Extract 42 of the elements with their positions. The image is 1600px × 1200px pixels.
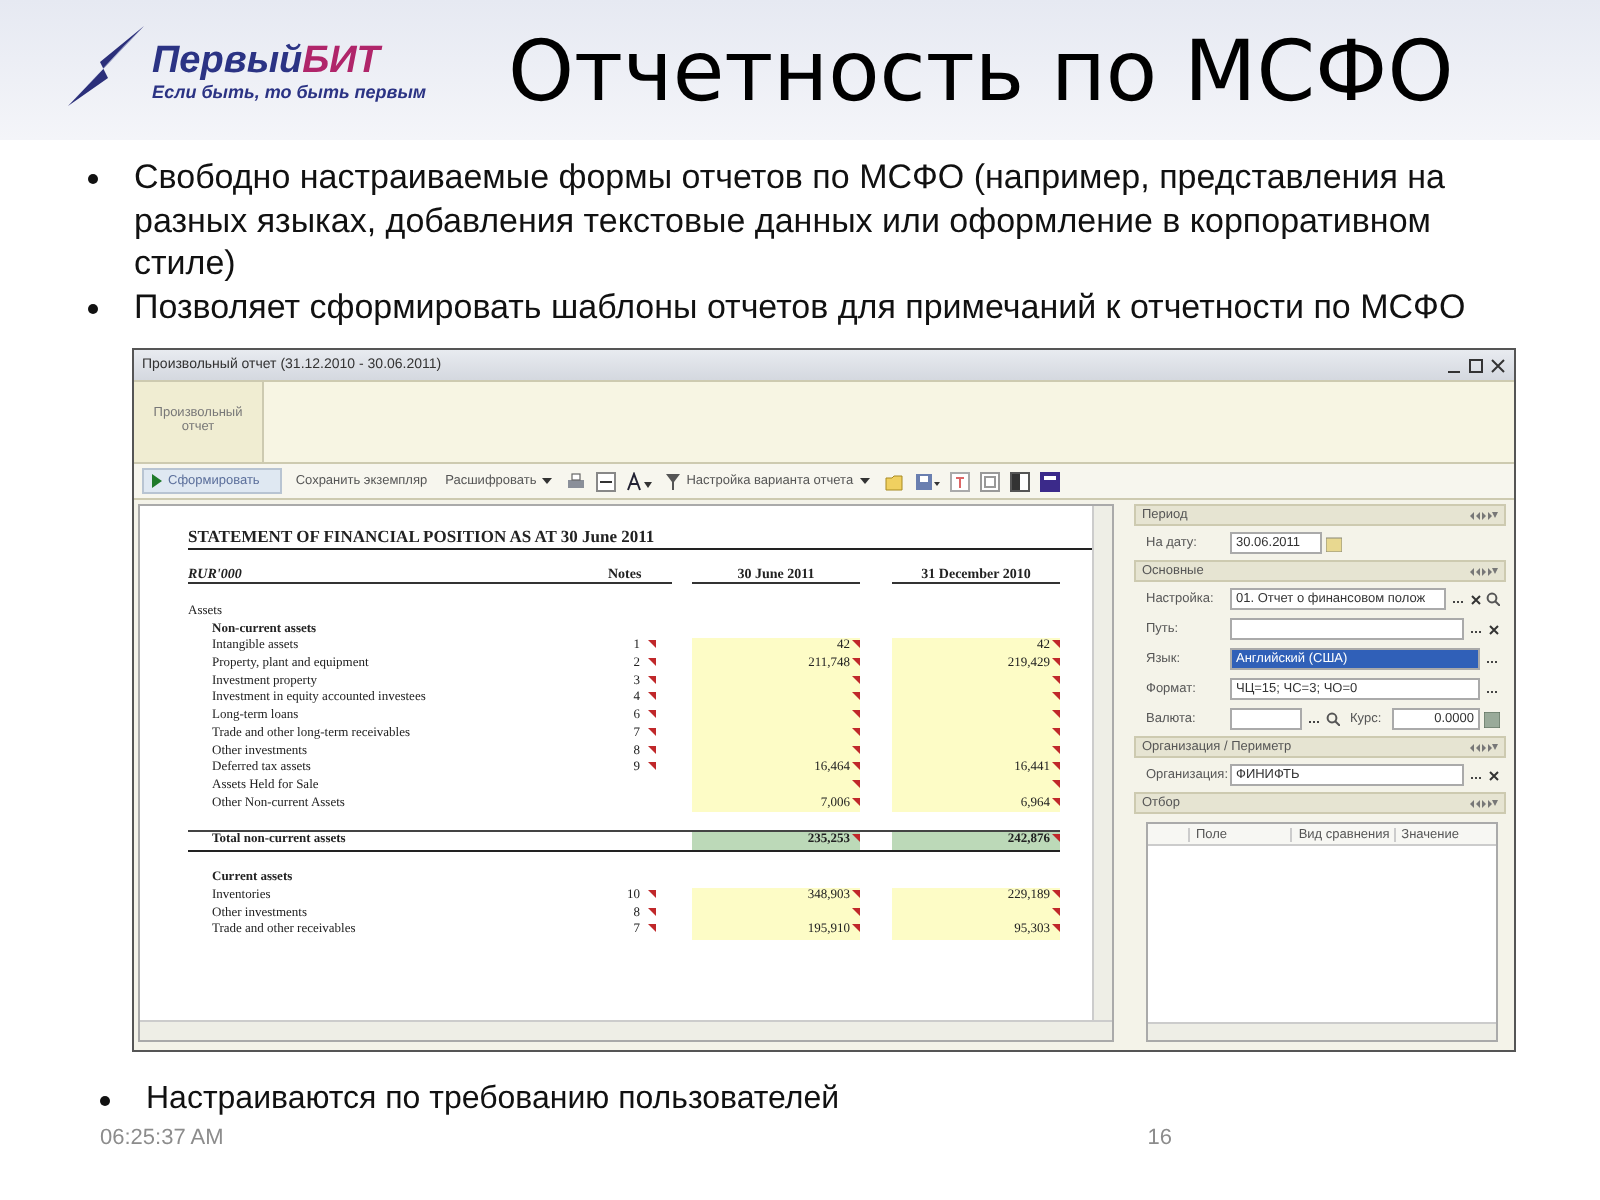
play-icon — [152, 474, 162, 488]
search-icon[interactable] — [1326, 712, 1340, 726]
currency-field[interactable] — [1230, 708, 1302, 730]
bullet-icon — [88, 303, 98, 313]
panel-icon[interactable] — [1009, 471, 1030, 491]
section-arrows-icon[interactable] — [1470, 567, 1498, 575]
text-icon[interactable] — [949, 471, 970, 491]
calculator-icon[interactable] — [1484, 711, 1500, 727]
clear-icon[interactable] — [1488, 623, 1500, 635]
horizontal-scrollbar[interactable] — [1148, 1022, 1496, 1040]
logo-text: ПервыйБИТ — [152, 42, 385, 82]
slide-title: Отчетность по МСФО — [508, 21, 1454, 119]
section-arrows-icon[interactable] — [1470, 743, 1498, 751]
path-field[interactable] — [1230, 618, 1464, 640]
filter-icon — [666, 473, 681, 489]
frame-icon[interactable] — [979, 471, 1000, 491]
search-icon[interactable] — [1486, 592, 1500, 606]
font-icon[interactable] — [626, 471, 653, 491]
horizontal-scrollbar[interactable] — [140, 1020, 1112, 1040]
comment-mark-icon — [852, 833, 860, 842]
logo-swoosh-icon — [64, 22, 148, 110]
bullet-text: Позволяет сформировать шаблоны отчетов для примечаний к отчетности по МСФО — [134, 285, 1466, 328]
bullet-icon — [100, 1096, 110, 1106]
bullet-text: Свободно настраиваемые формы отчетов по МСФО (например, представления на разных языках, добавления текстовые данных или оформление в корпоративном стиле) — [134, 156, 1447, 285]
section-arrows-icon[interactable] — [1470, 799, 1498, 807]
maximize-icon[interactable] — [1468, 357, 1484, 373]
caret-icon — [542, 478, 553, 484]
printer-icon[interactable] — [566, 471, 587, 491]
vertical-scrollbar[interactable] — [1092, 506, 1112, 1020]
slide-number: 16 — [1147, 1125, 1173, 1149]
report-icon[interactable] — [1039, 471, 1060, 491]
bullet-icon — [88, 174, 98, 184]
clear-icon[interactable] — [1470, 593, 1482, 605]
bullet-text: Настраиваются по требованию пользователей — [146, 1080, 840, 1120]
close-icon[interactable] — [1490, 357, 1506, 373]
slide-time: 06:25:37 AM — [100, 1125, 224, 1149]
clear-icon[interactable] — [1488, 769, 1500, 781]
caret-icon — [859, 478, 870, 484]
logo-tagline: Если быть, то быть первым — [152, 82, 427, 102]
section-arrows-icon[interactable] — [1470, 511, 1498, 519]
save-icon[interactable] — [913, 471, 940, 491]
comment-mark-icon — [1052, 833, 1060, 842]
